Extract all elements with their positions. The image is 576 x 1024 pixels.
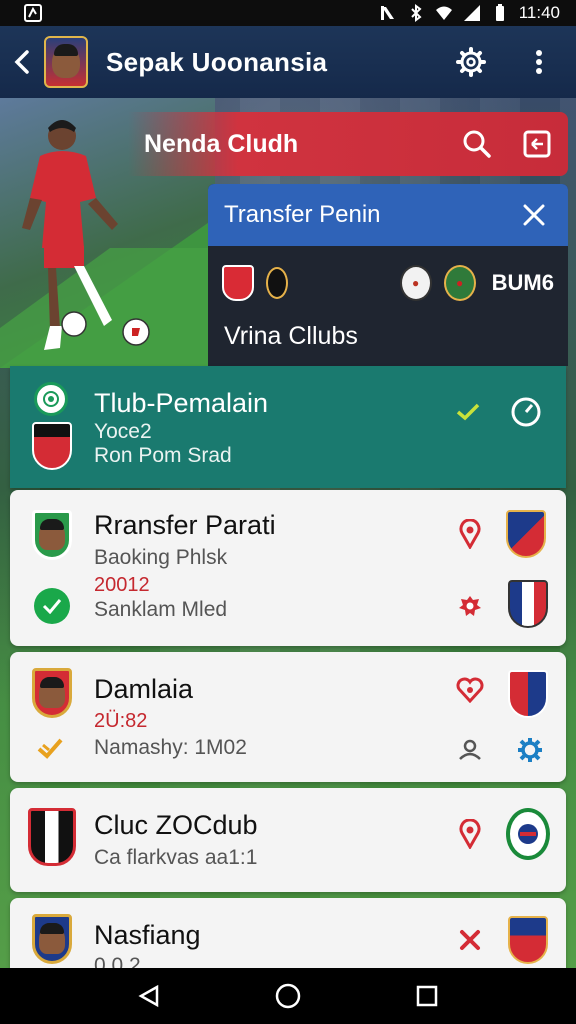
list-item-name: Tlub-Pemalain bbox=[94, 388, 269, 418]
club-crest-icon[interactable] bbox=[506, 510, 546, 558]
back-arrow-icon[interactable] bbox=[14, 47, 38, 77]
settings-badge-icon[interactable] bbox=[454, 590, 486, 622]
club-crest-icon[interactable] bbox=[508, 580, 548, 628]
hero-banner-title: Nenda Cludh bbox=[144, 129, 299, 158]
club-crest-icon bbox=[34, 382, 68, 416]
list-item-name: Rransfer Parati bbox=[94, 510, 276, 540]
checkmark-icon bbox=[452, 396, 484, 428]
list-item-value: 20012 bbox=[94, 574, 150, 596]
list-item-detail: Ca flarkvas aa1:1 bbox=[94, 846, 258, 869]
list-item-detail: Sanklam Mled bbox=[94, 598, 228, 621]
double-check-icon bbox=[34, 732, 70, 762]
club-crest-row: ● ● BUM6 bbox=[208, 246, 568, 308]
nav-home-icon[interactable] bbox=[258, 968, 318, 1024]
cross-icon[interactable] bbox=[454, 924, 486, 956]
status-time: 11:40 bbox=[518, 3, 560, 22]
list-item-name: Cluc ZOCdub bbox=[94, 810, 258, 840]
status-bar: 11:40 bbox=[0, 0, 576, 26]
list-item-name: Nasfiang bbox=[94, 920, 201, 950]
club-crest-icon[interactable]: ● bbox=[443, 265, 476, 301]
overflow-menu-icon[interactable] bbox=[516, 39, 562, 85]
signal-icon bbox=[463, 5, 480, 21]
hero-banner: Nenda Cludh bbox=[128, 112, 568, 176]
gear-icon[interactable] bbox=[514, 734, 546, 766]
list-item-value: 2Ü:82 bbox=[94, 710, 148, 732]
person-icon[interactable] bbox=[454, 736, 486, 764]
nav-recents-icon[interactable] bbox=[397, 968, 457, 1024]
share-icon[interactable] bbox=[512, 119, 562, 169]
location-pin-icon[interactable] bbox=[454, 516, 486, 552]
notification-icon bbox=[24, 4, 42, 22]
player-avatar bbox=[32, 510, 72, 560]
timer-icon[interactable] bbox=[506, 392, 546, 432]
transfer-panel-header: Transfer Penin bbox=[208, 184, 568, 246]
wifi-icon bbox=[435, 6, 452, 20]
club-crest-icon[interactable]: ● bbox=[399, 265, 432, 301]
club-crest-icon bbox=[28, 808, 76, 866]
bluetooth-icon bbox=[411, 4, 422, 22]
app-title: Sepak Uoonansia bbox=[106, 46, 328, 77]
system-nav-bar bbox=[0, 968, 576, 1024]
settings-gear-icon[interactable] bbox=[448, 39, 494, 85]
transfer-panel-title: Transfer Penin bbox=[224, 201, 381, 228]
club-code: BUM6 bbox=[491, 270, 554, 295]
close-icon[interactable] bbox=[516, 197, 552, 233]
transfer-panel-subtitle: Vrina Cllubs bbox=[224, 322, 358, 350]
club-crest-icon[interactable] bbox=[506, 808, 550, 860]
club-crest-icon bbox=[32, 422, 72, 470]
club-crest-icon[interactable] bbox=[508, 916, 548, 964]
list-item[interactable]: Tlub-Pemalain Yoce2 Ron Pom Srad bbox=[10, 366, 566, 488]
list-item-detail: Baoking Phlsk bbox=[94, 546, 228, 569]
nav-back-icon[interactable] bbox=[119, 968, 179, 1024]
app-bar: Sepak Uoonansia bbox=[0, 26, 576, 98]
search-icon[interactable] bbox=[452, 119, 502, 169]
list-item[interactable]: Rransfer Parati Baoking Phlsk 20012 Sank… bbox=[10, 490, 566, 646]
app-logo-avatar bbox=[44, 36, 88, 88]
heart-badge-icon[interactable] bbox=[454, 674, 486, 706]
list-item-name: Damlaia bbox=[94, 674, 194, 704]
list-item-detail: Namashy: 1M02 bbox=[94, 736, 247, 759]
club-crest-icon[interactable] bbox=[222, 265, 254, 301]
list-item[interactable]: Cluc ZOCdub Ca flarkvas aa1:1 bbox=[10, 788, 566, 892]
list-item[interactable]: Damlaia 2Ü:82 Namashy: 1M02 bbox=[10, 652, 566, 782]
transfer-panel: Transfer Penin ● ● BUM6 Vrina Cllubs bbox=[208, 184, 568, 366]
player-avatar bbox=[32, 668, 72, 718]
list-item-detail: Ron Pom Srad bbox=[94, 444, 232, 467]
nfc-icon bbox=[380, 6, 394, 20]
location-pin-icon[interactable] bbox=[454, 816, 486, 852]
player-avatar bbox=[32, 914, 72, 964]
club-crest-icon[interactable] bbox=[508, 670, 548, 718]
list-item-detail: Yoce2 bbox=[94, 420, 152, 443]
club-crest-icon[interactable] bbox=[266, 267, 288, 299]
checkmark-circle-icon bbox=[34, 588, 70, 624]
battery-icon bbox=[495, 4, 504, 21]
